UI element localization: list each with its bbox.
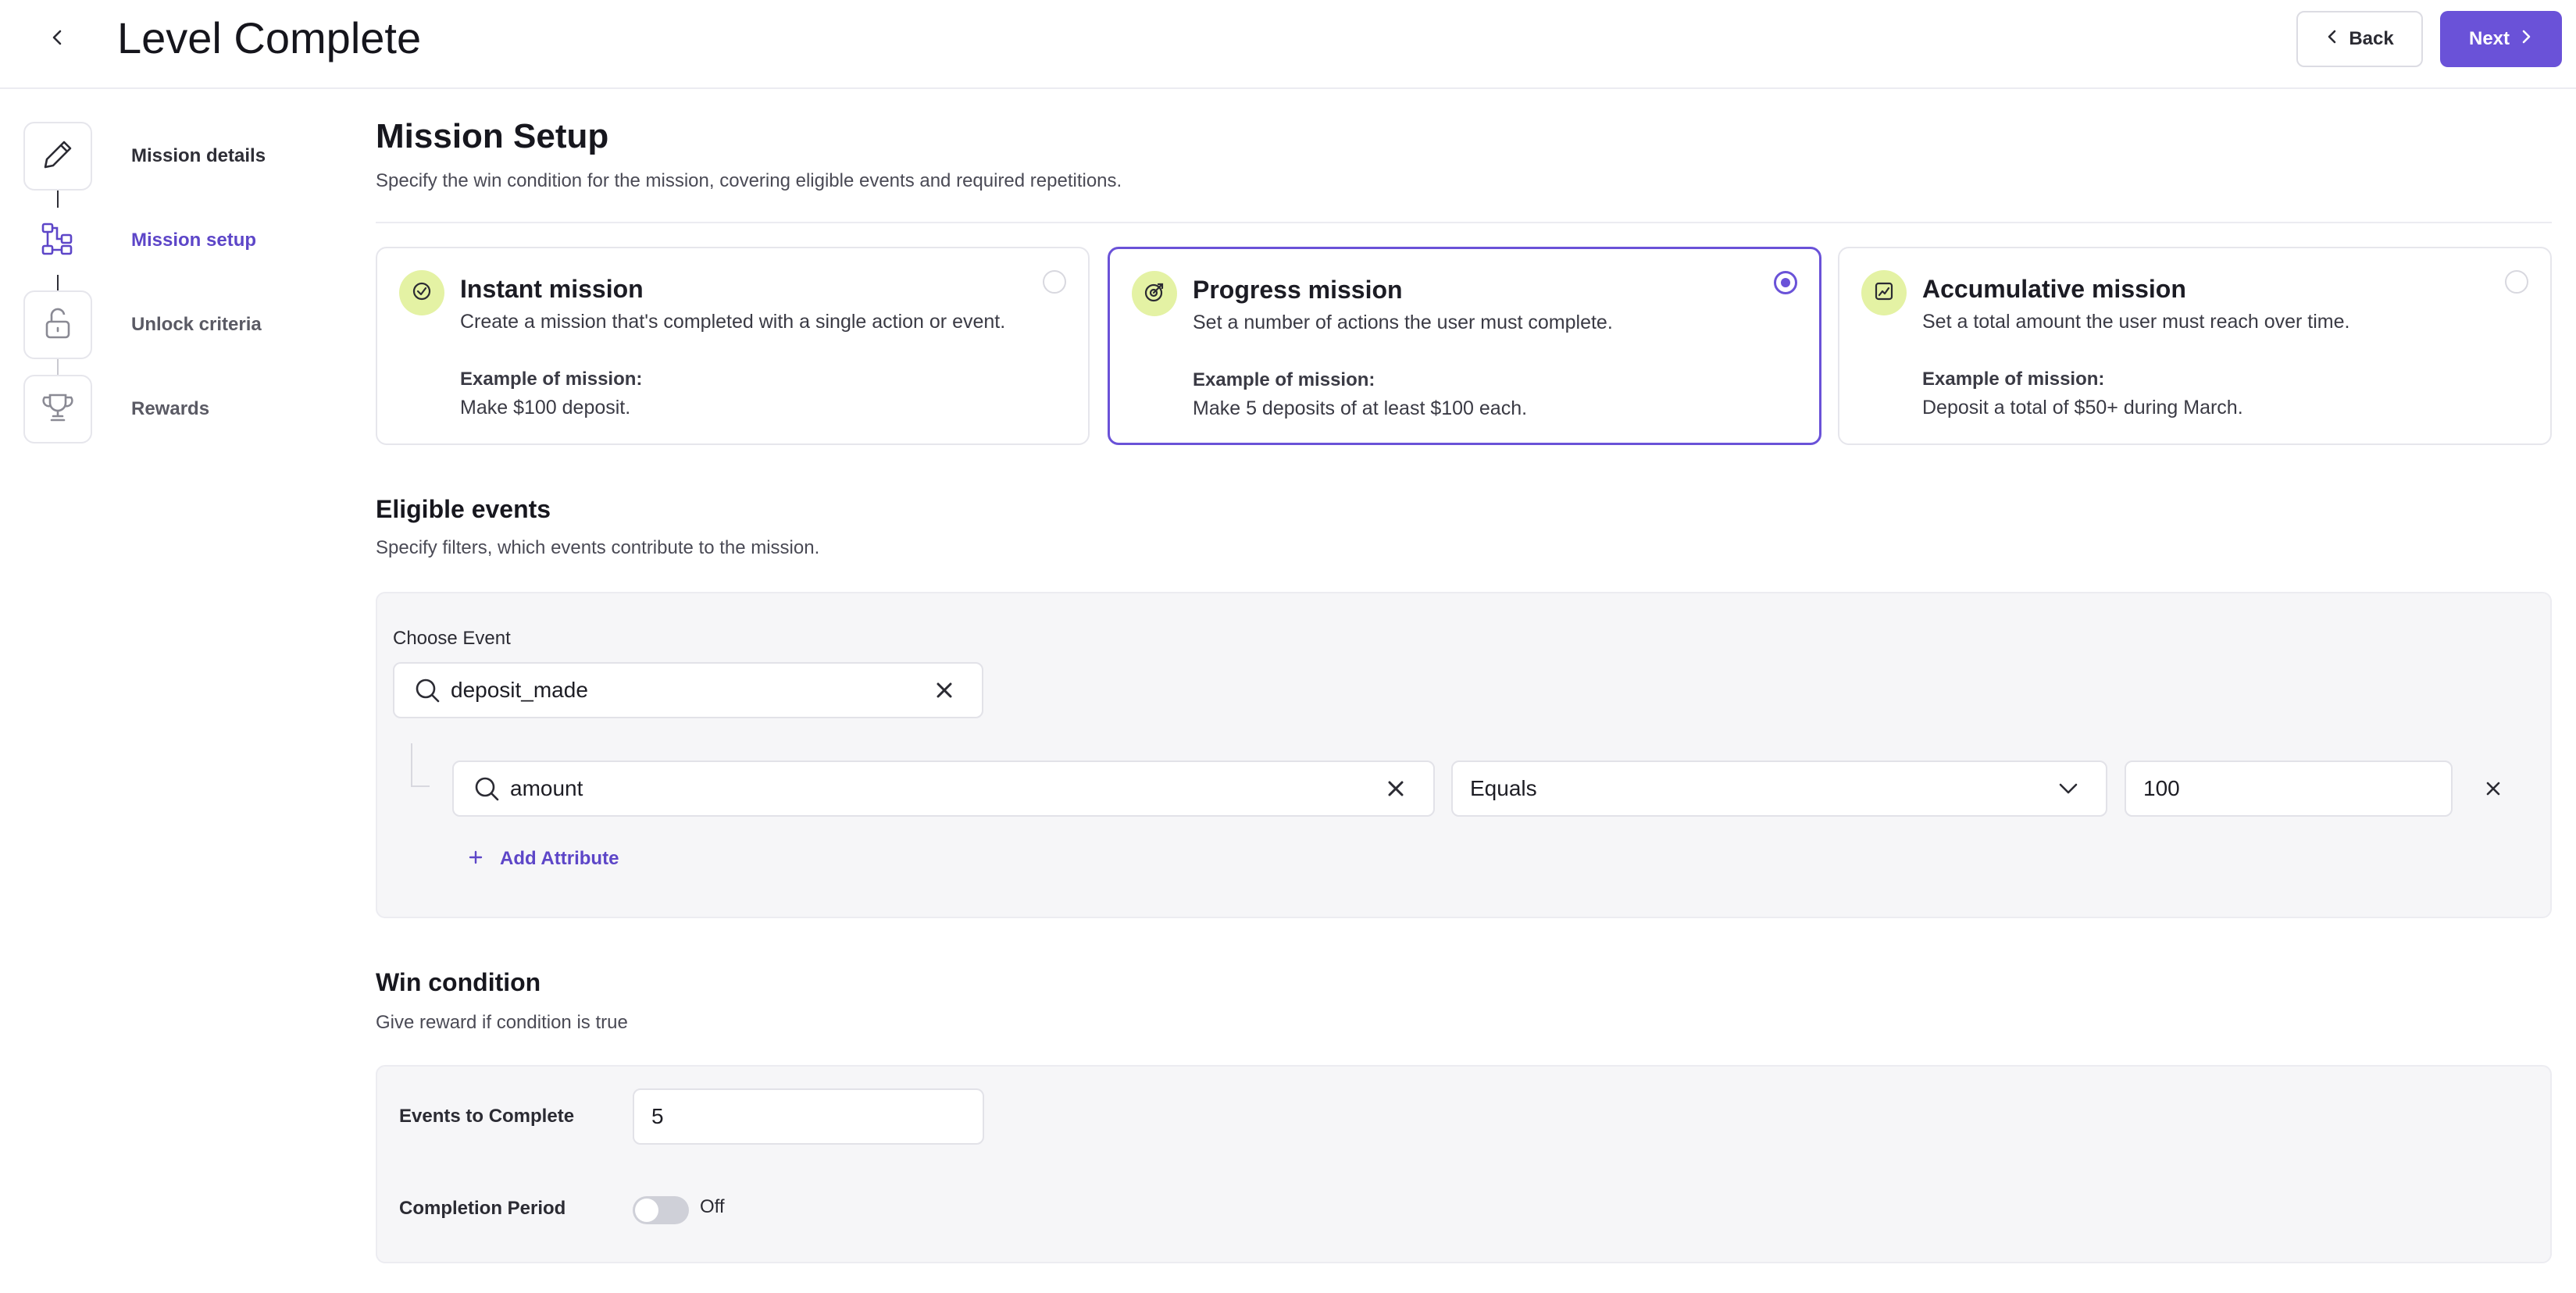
back-button[interactable]: Back [2296, 11, 2423, 67]
eligible-events-panel [376, 592, 2552, 918]
completion-period-toggle[interactable] [633, 1196, 689, 1224]
check-circle-icon [410, 280, 433, 307]
operator-select[interactable]: Equals [1451, 760, 2107, 817]
step-icon-box [23, 122, 92, 191]
event-value: deposit_made [451, 678, 588, 702]
card-title: Instant mission [460, 275, 644, 303]
mission-type-instant[interactable]: Instant mission Create a mission that's … [376, 247, 1090, 445]
card-example-label: Example of mission: [1922, 369, 2105, 390]
lock-icon [42, 306, 73, 344]
attribute-name: amount [510, 776, 583, 800]
card-description: Create a mission that's completed with a… [460, 311, 1006, 333]
remove-attribute-icon[interactable] [2478, 773, 2509, 804]
win-condition-subtitle: Give reward if condition is true [376, 1012, 628, 1033]
step-unlock-criteria[interactable]: Unlock criteria [23, 290, 351, 359]
add-attribute-label: Add Attribute [500, 848, 619, 869]
card-example: Make $100 deposit. [460, 397, 631, 419]
search-icon [471, 775, 502, 803]
chevron-down-icon [2053, 773, 2084, 804]
divider [376, 222, 2552, 223]
next-button[interactable]: Next [2440, 11, 2562, 67]
clear-icon[interactable] [929, 675, 960, 706]
attribute-search-input[interactable]: amount [452, 760, 1435, 817]
pencil-icon [41, 137, 75, 176]
radio-button[interactable] [1043, 270, 1066, 294]
choose-event-label: Choose Event [393, 628, 511, 649]
target-icon [1143, 280, 1166, 308]
step-label: Mission setup [131, 230, 257, 251]
card-example: Make 5 deposits of at least $100 each. [1193, 397, 1528, 419]
badge [399, 270, 444, 315]
tree-connector [411, 743, 430, 787]
search-icon [412, 676, 443, 704]
back-button-label: Back [2349, 28, 2394, 49]
chevron-right-icon [2519, 28, 2533, 50]
win-condition-title: Win condition [376, 968, 541, 996]
step-mission-setup[interactable]: Mission setup [23, 206, 351, 275]
setup-title: Mission Setup [376, 117, 609, 155]
eligible-events-title: Eligible events [376, 495, 551, 523]
step-connector [57, 359, 59, 376]
toggle-state-label: Off [700, 1196, 725, 1217]
card-example-label: Example of mission: [1193, 369, 1375, 390]
step-label: Rewards [131, 398, 210, 419]
step-mission-details[interactable]: Mission details [23, 122, 351, 191]
radio-button-selected[interactable] [1774, 271, 1797, 294]
add-attribute-button[interactable]: Add Attribute [469, 848, 619, 870]
chevron-left-icon [2325, 28, 2339, 50]
step-icon-box [23, 206, 92, 275]
card-description: Set a total amount the user must reach o… [1922, 311, 2350, 333]
page-title: Level Complete [117, 13, 422, 62]
back-arrow-icon[interactable] [41, 20, 75, 55]
step-label: Unlock criteria [131, 314, 262, 335]
top-bar: Level Complete Back Next [0, 0, 2576, 89]
completion-period-label: Completion Period [399, 1198, 566, 1219]
operator-value: Equals [1470, 776, 1537, 800]
badge [1861, 270, 1907, 315]
mission-type-accumulative[interactable]: Accumulative mission Set a total amount … [1838, 247, 2552, 445]
trophy-icon [41, 390, 75, 429]
radio-button[interactable] [2505, 270, 2528, 294]
plus-icon [469, 848, 483, 870]
step-rewards[interactable]: Rewards [23, 375, 351, 443]
attribute-value-input[interactable]: 100 [2125, 760, 2453, 817]
step-icon-box [23, 290, 92, 359]
workflow-icon [40, 221, 76, 261]
events-to-complete-value: 5 [651, 1104, 664, 1128]
card-example-label: Example of mission: [460, 369, 643, 390]
step-icon-box [23, 375, 92, 443]
clear-icon[interactable] [1380, 773, 1411, 804]
attribute-value: 100 [2143, 776, 2180, 800]
next-button-label: Next [2468, 28, 2510, 49]
setup-subtitle: Specify the win condition for the missio… [376, 170, 1122, 191]
card-example: Deposit a total of $50+ during March. [1922, 397, 2243, 419]
event-search-input[interactable]: deposit_made [393, 662, 983, 718]
chart-icon [1872, 280, 1896, 307]
step-connector [57, 191, 59, 208]
card-title: Accumulative mission [1922, 275, 2186, 303]
badge [1132, 271, 1177, 316]
step-connector [57, 275, 59, 292]
card-title: Progress mission [1193, 276, 1403, 304]
step-label: Mission details [131, 145, 266, 166]
events-to-complete-label: Events to Complete [399, 1106, 575, 1127]
card-description: Set a number of actions the user must co… [1193, 312, 1613, 333]
mission-type-progress[interactable]: Progress mission Set a number of actions… [1108, 247, 1821, 445]
eligible-events-subtitle: Specify filters, which events contribute… [376, 537, 820, 558]
events-to-complete-input[interactable]: 5 [633, 1088, 984, 1145]
